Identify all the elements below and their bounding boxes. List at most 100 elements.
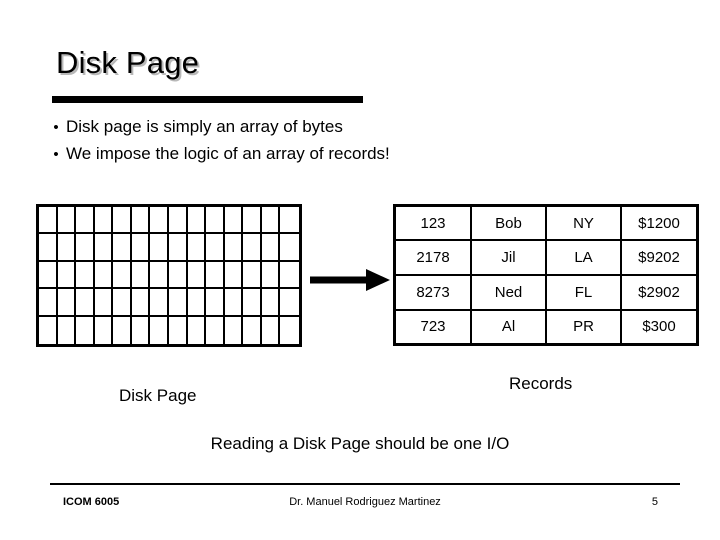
- table-row: 2178 Jil LA $9202: [396, 240, 696, 276]
- right-arrow-icon: [310, 268, 390, 292]
- disk-page-byte-cell: [168, 207, 188, 235]
- disk-page-byte-cell: [206, 207, 225, 235]
- disk-page-byte-cell: [131, 261, 151, 290]
- disk-page-byte-cell: [224, 261, 244, 290]
- disk-page-byte-cell: [261, 261, 281, 290]
- disk-page-byte-cell: [225, 316, 244, 344]
- records-table-body: 123 Bob NY $1200 2178 Jil LA $9202 8273 …: [396, 207, 696, 343]
- disk-page-byte-cell: [39, 234, 58, 262]
- disk-page-byte-cell: [76, 316, 95, 344]
- disk-page-byte-cell: [57, 234, 77, 262]
- disk-page-byte-cell: [243, 234, 262, 262]
- bullet-text: We impose the logic of an array of recor…: [66, 144, 390, 163]
- bullet-text: Disk page is simply an array of bytes: [66, 117, 343, 136]
- disk-page-byte-cell: [113, 261, 132, 290]
- disk-page-byte-cell: [76, 234, 95, 262]
- disk-page-byte-cell: [280, 289, 299, 317]
- table-cell-state: LA: [546, 240, 622, 276]
- disk-page-byte-cell: [76, 207, 95, 235]
- bullet-marker-icon: •: [53, 146, 59, 163]
- disk-page-byte-cell: [150, 289, 169, 317]
- page-title: Disk Page: [56, 45, 200, 80]
- table-cell-amount: $300: [642, 318, 676, 336]
- disk-page-byte-cell: [113, 289, 132, 317]
- disk-page-byte-cell: [280, 234, 299, 262]
- table-row: 8273 Ned FL $2902: [396, 274, 696, 311]
- footer-page-number: 5: [651, 496, 658, 508]
- footer-author: Dr. Manuel Rodriguez Martinez: [289, 496, 441, 508]
- table-cell-amount: $9202: [621, 240, 696, 276]
- disk-page-byte-cell: [206, 234, 225, 262]
- list-item: • Disk page is simply an array of bytes: [46, 114, 666, 141]
- bullet-marker-icon: •: [53, 119, 59, 136]
- disk-page-byte-cell: [39, 316, 58, 344]
- title-underline-rule: [52, 96, 363, 103]
- disk-page-byte-cell: [58, 316, 77, 344]
- disk-page-byte-cell: [57, 289, 77, 317]
- footer: ICOM 6005 Dr. Manuel Rodriguez Martinez …: [50, 496, 680, 514]
- disk-page-byte-cell: [261, 289, 281, 317]
- table-cell-id: 723: [396, 309, 472, 343]
- table-cell-name: Al: [471, 309, 547, 343]
- bullet-list: • Disk page is simply an array of bytes …: [46, 114, 666, 168]
- disk-page-byte-cell: [206, 316, 225, 344]
- table-row: 123 Bob NY $1200: [396, 207, 696, 242]
- io-note-text: Reading a Disk Page should be one I/O: [210, 434, 510, 453]
- disk-page-byte-cell: [224, 207, 244, 235]
- disk-page-byte-cell: [188, 316, 207, 344]
- disk-page-byte-cell: [168, 289, 188, 317]
- disk-page-byte-cell: [113, 316, 132, 344]
- disk-page-byte-cell: [39, 261, 58, 290]
- disk-page-byte-cell: [76, 261, 95, 290]
- table-cell-state: NY: [546, 207, 622, 242]
- disk-page-byte-cell: [262, 316, 281, 344]
- disk-page-byte-cell: [76, 289, 95, 317]
- disk-page-byte-cell: [94, 261, 114, 290]
- disk-page-byte-cell: [57, 207, 77, 235]
- disk-page-byte-cell: [150, 234, 169, 262]
- disk-page-byte-cell: [150, 316, 169, 344]
- table-cell-name: Bob: [471, 207, 547, 242]
- records-caption: Records: [509, 374, 573, 393]
- disk-page-byte-cell: [280, 262, 299, 290]
- footer-divider: [50, 483, 680, 485]
- table-cell-id: 8273: [396, 274, 472, 311]
- disk-page-byte-cell: [168, 234, 188, 262]
- disk-page-byte-cell: [57, 261, 77, 290]
- disk-page-byte-cell: [261, 234, 281, 262]
- table-cell-id: 123: [396, 207, 472, 242]
- disk-page-byte-cell: [168, 261, 188, 290]
- disk-page-byte-cell: [187, 234, 207, 262]
- table-cell-id: 2178: [396, 240, 472, 276]
- disk-page-byte-cell: [132, 316, 151, 344]
- table-cell-name: Ned: [471, 274, 547, 311]
- disk-page-byte-cell: [243, 261, 262, 290]
- disk-page-byte-cell: [94, 207, 114, 235]
- disk-page-byte-cell: [243, 316, 262, 344]
- table-cell-amount: $1200: [621, 207, 696, 242]
- disk-page-byte-cell: [150, 261, 169, 290]
- disk-page-byte-cell: [243, 289, 262, 317]
- disk-page-byte-cell: [169, 316, 188, 344]
- disk-page-byte-cell: [206, 261, 225, 290]
- disk-page-byte-cell: [95, 316, 114, 344]
- disk-page-byte-cell: [94, 234, 114, 262]
- disk-page-byte-cell: [131, 289, 151, 317]
- disk-page-byte-cell: [187, 289, 207, 317]
- disk-page-byte-cell: [131, 234, 151, 262]
- table-cell-state: PR: [546, 309, 622, 343]
- disk-page-byte-cell: [113, 234, 132, 262]
- slide-canvas: Disk Page • Disk page is simply an array…: [0, 0, 720, 540]
- disk-page-byte-cell: [113, 207, 132, 235]
- disk-page-byte-cell: [39, 289, 58, 317]
- disk-page-byte-cell: [280, 207, 299, 235]
- disk-page-byte-cell: [224, 289, 244, 317]
- disk-page-byte-cell: [150, 207, 169, 235]
- list-item: • We impose the logic of an array of rec…: [46, 141, 666, 168]
- table-cell-state: FL: [546, 274, 622, 311]
- table-cell-name: Jil: [471, 240, 547, 276]
- disk-page-byte-cell: [261, 207, 281, 235]
- table-row: 723 Al PR $300: [396, 309, 696, 343]
- disk-page-byte-cell: [94, 289, 114, 317]
- disk-page-byte-cell: [39, 207, 58, 235]
